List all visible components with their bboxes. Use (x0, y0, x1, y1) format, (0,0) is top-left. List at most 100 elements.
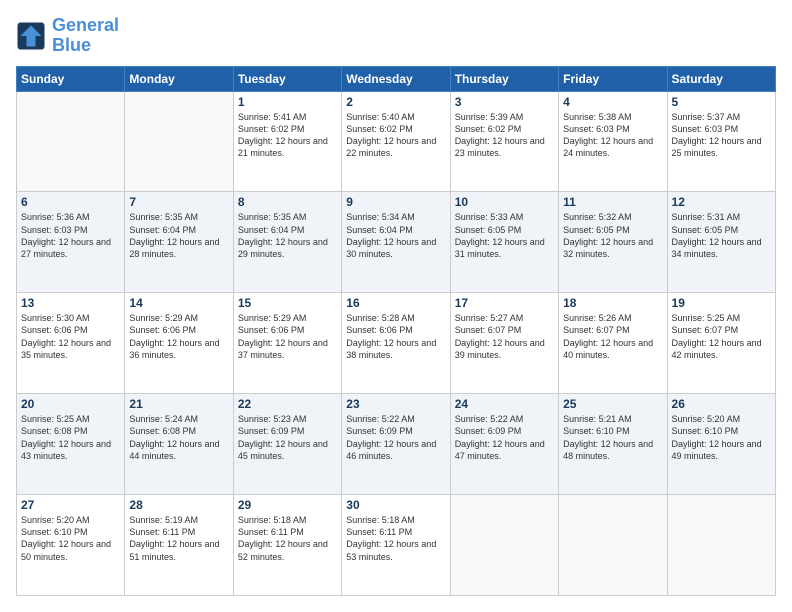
cell-info: Sunrise: 5:22 AM Sunset: 6:09 PM Dayligh… (346, 413, 445, 462)
day-number: 22 (238, 397, 337, 411)
cell-info: Sunrise: 5:35 AM Sunset: 6:04 PM Dayligh… (238, 211, 337, 260)
day-number: 24 (455, 397, 554, 411)
cell-info: Sunrise: 5:40 AM Sunset: 6:02 PM Dayligh… (346, 111, 445, 160)
calendar-cell: 10 Sunrise: 5:33 AM Sunset: 6:05 PM Dayli… (450, 192, 558, 293)
calendar-cell (17, 91, 125, 192)
logo: General Blue (16, 16, 119, 56)
day-number: 5 (672, 95, 771, 109)
cell-info: Sunrise: 5:29 AM Sunset: 6:06 PM Dayligh… (238, 312, 337, 361)
calendar-cell: 17Sunrise: 5:27 AM Sunset: 6:07 PM Dayli… (450, 293, 558, 394)
day-number: 16 (346, 296, 445, 310)
day-number: 19 (672, 296, 771, 310)
cell-info: Sunrise: 5:41 AM Sunset: 6:02 PM Dayligh… (238, 111, 337, 160)
week-row-0: 1 Sunrise: 5:41 AM Sunset: 6:02 PM Daylig… (17, 91, 776, 192)
calendar-cell: 19 Sunrise: 5:25 AM Sunset: 6:07 PM Dayli… (667, 293, 775, 394)
day-number: 9 (346, 195, 445, 209)
cell-info: Sunrise: 5:32 AM Sunset: 6:05 PM Dayligh… (563, 211, 662, 260)
cell-info: Sunrise: 5:22 AM Sunset: 6:09 PM Dayligh… (455, 413, 554, 462)
calendar-cell: 23Sunrise: 5:22 AM Sunset: 6:09 PM Dayli… (342, 394, 450, 495)
day-number: 7 (129, 195, 228, 209)
page: General Blue SundayMondayTuesdayWednesda… (0, 0, 792, 612)
cell-info: Sunrise: 5:27 AM Sunset: 6:07 PM Dayligh… (455, 312, 554, 361)
cell-info: Sunrise: 5:21 AM Sunset: 6:10 PM Dayligh… (563, 413, 662, 462)
cell-info: Sunrise: 5:33 AM Sunset: 6:05 PM Dayligh… (455, 211, 554, 260)
calendar-cell: 25 Sunrise: 5:21 AM Sunset: 6:10 PM Dayli… (559, 394, 667, 495)
calendar-cell: 11 Sunrise: 5:32 AM Sunset: 6:05 PM Dayli… (559, 192, 667, 293)
cell-info: Sunrise: 5:26 AM Sunset: 6:07 PM Dayligh… (563, 312, 662, 361)
day-header-wednesday: Wednesday (342, 66, 450, 91)
cell-info: Sunrise: 5:30 AM Sunset: 6:06 PM Dayligh… (21, 312, 120, 361)
day-header-tuesday: Tuesday (233, 66, 341, 91)
day-number: 4 (563, 95, 662, 109)
calendar-cell: 18 Sunrise: 5:26 AM Sunset: 6:07 PM Dayli… (559, 293, 667, 394)
day-number: 13 (21, 296, 120, 310)
day-number: 28 (129, 498, 228, 512)
calendar-cell (667, 495, 775, 596)
calendar-cell: 13 Sunrise: 5:30 AM Sunset: 6:06 PM Dayli… (17, 293, 125, 394)
cell-info: Sunrise: 5:20 AM Sunset: 6:10 PM Dayligh… (672, 413, 771, 462)
calendar-cell: 22 Sunrise: 5:23 AM Sunset: 6:09 PM Dayli… (233, 394, 341, 495)
day-header-thursday: Thursday (450, 66, 558, 91)
calendar-cell: 2Sunrise: 5:40 AM Sunset: 6:02 PM Daylig… (342, 91, 450, 192)
week-row-1: 6Sunrise: 5:36 AM Sunset: 6:03 PM Daylig… (17, 192, 776, 293)
calendar-cell: 30Sunrise: 5:18 AM Sunset: 6:11 PM Dayli… (342, 495, 450, 596)
cell-info: Sunrise: 5:28 AM Sunset: 6:06 PM Dayligh… (346, 312, 445, 361)
cell-info: Sunrise: 5:36 AM Sunset: 6:03 PM Dayligh… (21, 211, 120, 260)
calendar-cell: 9 Sunrise: 5:34 AM Sunset: 6:04 PM Daylig… (342, 192, 450, 293)
calendar-cell: 27 Sunrise: 5:20 AM Sunset: 6:10 PM Dayli… (17, 495, 125, 596)
calendar-cell: 26 Sunrise: 5:20 AM Sunset: 6:10 PM Dayli… (667, 394, 775, 495)
cell-info: Sunrise: 5:34 AM Sunset: 6:04 PM Dayligh… (346, 211, 445, 260)
cell-info: Sunrise: 5:39 AM Sunset: 6:02 PM Dayligh… (455, 111, 554, 160)
calendar-cell (559, 495, 667, 596)
cell-info: Sunrise: 5:19 AM Sunset: 6:11 PM Dayligh… (129, 514, 228, 563)
calendar-header-row: SundayMondayTuesdayWednesdayThursdayFrid… (17, 66, 776, 91)
day-number: 29 (238, 498, 337, 512)
week-row-4: 27 Sunrise: 5:20 AM Sunset: 6:10 PM Dayli… (17, 495, 776, 596)
day-number: 30 (346, 498, 445, 512)
cell-info: Sunrise: 5:20 AM Sunset: 6:10 PM Dayligh… (21, 514, 120, 563)
header: General Blue (16, 16, 776, 56)
cell-info: Sunrise: 5:29 AM Sunset: 6:06 PM Dayligh… (129, 312, 228, 361)
day-number: 3 (455, 95, 554, 109)
cell-info: Sunrise: 5:23 AM Sunset: 6:09 PM Dayligh… (238, 413, 337, 462)
day-header-sunday: Sunday (17, 66, 125, 91)
cell-info: Sunrise: 5:37 AM Sunset: 6:03 PM Dayligh… (672, 111, 771, 160)
cell-info: Sunrise: 5:24 AM Sunset: 6:08 PM Dayligh… (129, 413, 228, 462)
day-number: 27 (21, 498, 120, 512)
day-number: 14 (129, 296, 228, 310)
calendar-cell: 4 Sunrise: 5:38 AM Sunset: 6:03 PM Daylig… (559, 91, 667, 192)
day-number: 26 (672, 397, 771, 411)
calendar-cell: 8 Sunrise: 5:35 AM Sunset: 6:04 PM Daylig… (233, 192, 341, 293)
calendar-cell: 15 Sunrise: 5:29 AM Sunset: 6:06 PM Dayli… (233, 293, 341, 394)
calendar-cell: 29Sunrise: 5:18 AM Sunset: 6:11 PM Dayli… (233, 495, 341, 596)
calendar-cell: 7 Sunrise: 5:35 AM Sunset: 6:04 PM Daylig… (125, 192, 233, 293)
logo-text: General Blue (52, 16, 119, 56)
week-row-3: 20 Sunrise: 5:25 AM Sunset: 6:08 PM Dayli… (17, 394, 776, 495)
week-row-2: 13 Sunrise: 5:30 AM Sunset: 6:06 PM Dayli… (17, 293, 776, 394)
calendar-cell: 21Sunrise: 5:24 AM Sunset: 6:08 PM Dayli… (125, 394, 233, 495)
calendar-cell: 3 Sunrise: 5:39 AM Sunset: 6:02 PM Daylig… (450, 91, 558, 192)
cell-info: Sunrise: 5:38 AM Sunset: 6:03 PM Dayligh… (563, 111, 662, 160)
day-number: 20 (21, 397, 120, 411)
day-number: 8 (238, 195, 337, 209)
calendar-cell: 24 Sunrise: 5:22 AM Sunset: 6:09 PM Dayli… (450, 394, 558, 495)
day-number: 11 (563, 195, 662, 209)
cell-info: Sunrise: 5:25 AM Sunset: 6:08 PM Dayligh… (21, 413, 120, 462)
day-number: 15 (238, 296, 337, 310)
calendar-table: SundayMondayTuesdayWednesdayThursdayFrid… (16, 66, 776, 596)
calendar-cell: 6Sunrise: 5:36 AM Sunset: 6:03 PM Daylig… (17, 192, 125, 293)
calendar-cell: 28 Sunrise: 5:19 AM Sunset: 6:11 PM Dayli… (125, 495, 233, 596)
calendar-cell: 5 Sunrise: 5:37 AM Sunset: 6:03 PM Daylig… (667, 91, 775, 192)
day-header-monday: Monday (125, 66, 233, 91)
day-number: 10 (455, 195, 554, 209)
day-number: 18 (563, 296, 662, 310)
day-number: 12 (672, 195, 771, 209)
calendar-cell: 12Sunrise: 5:31 AM Sunset: 6:05 PM Dayli… (667, 192, 775, 293)
day-number: 25 (563, 397, 662, 411)
cell-info: Sunrise: 5:25 AM Sunset: 6:07 PM Dayligh… (672, 312, 771, 361)
calendar-cell (125, 91, 233, 192)
calendar-cell: 20 Sunrise: 5:25 AM Sunset: 6:08 PM Dayli… (17, 394, 125, 495)
day-header-saturday: Saturday (667, 66, 775, 91)
cell-info: Sunrise: 5:35 AM Sunset: 6:04 PM Dayligh… (129, 211, 228, 260)
day-number: 1 (238, 95, 337, 109)
